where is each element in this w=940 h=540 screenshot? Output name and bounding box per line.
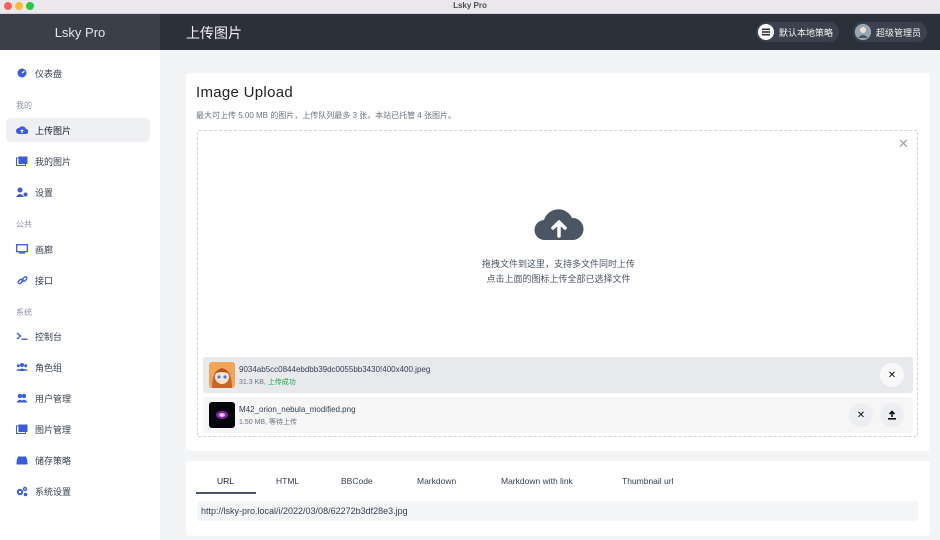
section-label-system: 系统: [16, 308, 32, 317]
page-title: 上传图片: [186, 25, 242, 41]
file-thumbnail: [209, 362, 235, 388]
sidebar-item-label: 用户管理: [35, 393, 72, 404]
tab-markdown[interactable]: Markdown: [417, 476, 456, 486]
tab-bbcode[interactable]: BBCode: [341, 476, 373, 486]
sidebar-item-label: 系统设置: [35, 486, 72, 497]
sidebar-item-label: 图片管理: [35, 424, 72, 435]
file-queue-item: M42_orion_nebula_modified.png 1.50 MB, 等…: [203, 397, 913, 433]
sidebar-item-api[interactable]: 接口: [6, 268, 150, 292]
tab-markdown-with-link[interactable]: Markdown with link: [501, 476, 573, 486]
file-status: 等待上传: [268, 419, 297, 426]
sidebar-item-system-settings[interactable]: 系统设置: [6, 479, 150, 503]
strategy-label: 默认本地策略: [779, 27, 834, 38]
sidebar-item-settings[interactable]: 设置: [6, 180, 150, 204]
window-titlebar: Lsky Pro: [0, 0, 940, 14]
sidebar-item-label: 上传图片: [35, 125, 72, 136]
upload-file-button[interactable]: [880, 403, 904, 427]
cogs-icon: [16, 485, 28, 497]
sidebar-item-my-images[interactable]: 我的图片: [6, 149, 150, 173]
file-status: 上传成功: [267, 379, 296, 386]
link-output-field[interactable]: http://lsky-pro.local/i/2022/03/08/62272…: [197, 501, 918, 521]
file-name: 9034ab5cc0844ebdbb39dc0055bb3430!400x400…: [239, 365, 431, 374]
remove-file-button[interactable]: ✕: [880, 363, 904, 387]
cloud-upload-icon: [16, 124, 28, 136]
upload-title: Image Upload: [196, 84, 293, 101]
file-size: 1.50 MB,: [239, 419, 268, 426]
section-label-mine: 我的: [16, 101, 32, 110]
sidebar-item-label: 角色组: [35, 362, 63, 373]
sidebar-item-storage[interactable]: 储存策略: [6, 448, 150, 472]
sidebar-item-label: 我的图片: [35, 156, 72, 167]
sidebar-item-roles[interactable]: 角色组: [6, 355, 150, 379]
tab-url[interactable]: URL: [217, 476, 234, 486]
file-thumbnail: [209, 402, 235, 428]
top-bar: 上传图片 默认本地策略 超级管理员: [160, 14, 940, 50]
sidebar: 仪表盘 我的 上传图片 我的图片 设置 公共 画廊 接口 系统 控制台 角色组 …: [0, 50, 160, 540]
user-name: 超级管理员: [876, 27, 922, 38]
sidebar-item-label: 仪表盘: [35, 68, 63, 79]
database-icon: [758, 24, 774, 40]
images-icon: [16, 423, 28, 435]
file-size: 31.3 KB,: [239, 379, 266, 386]
brand-name: Lsky Pro: [54, 24, 106, 40]
close-icon: ✕: [887, 369, 897, 381]
file-meta: 1.50 MB, 等待上传: [239, 417, 297, 427]
terminal-icon: [16, 330, 28, 342]
cloud-upload-icon[interactable]: [534, 206, 584, 247]
images-icon: [16, 155, 28, 167]
brand-logo[interactable]: Lsky Pro: [0, 14, 160, 50]
user-cog-icon: [16, 186, 28, 198]
avatar: [855, 24, 871, 40]
dropzone-hint-primary: 拖拽文件到这里，支持多文件同时上传: [481, 259, 635, 269]
sidebar-item-label: 接口: [35, 275, 54, 286]
section-label-public: 公共: [16, 220, 32, 229]
sidebar-item-dashboard[interactable]: 仪表盘: [6, 61, 150, 85]
clear-queue-close-icon[interactable]: ✕: [898, 136, 909, 152]
active-tab-indicator: [196, 492, 256, 494]
close-icon: ✕: [856, 409, 866, 421]
dropzone-hint-secondary: 点击上面的图标上传全部已选择文件: [486, 274, 631, 284]
sidebar-item-images[interactable]: 图片管理: [6, 417, 150, 441]
gauge-icon: [16, 67, 28, 79]
file-meta: 31.3 KB, 上传成功: [239, 377, 296, 387]
hard-drive-icon: [16, 454, 28, 466]
strategy-selector[interactable]: 默认本地策略: [756, 22, 840, 42]
links-card: URL HTML BBCode Markdown Markdown with l…: [186, 461, 930, 536]
tab-html[interactable]: HTML: [276, 476, 299, 486]
remove-file-button[interactable]: ✕: [849, 403, 873, 427]
sidebar-item-label: 画廊: [35, 244, 54, 255]
sidebar-item-upload[interactable]: 上传图片: [6, 118, 150, 142]
monitor-icon: [16, 243, 28, 255]
sidebar-item-users[interactable]: 用户管理: [6, 386, 150, 410]
file-queue-item: 9034ab5cc0844ebdbb39dc0055bb3430!400x400…: [203, 357, 913, 393]
tab-thumbnail-url[interactable]: Thumbnail url: [622, 476, 674, 486]
upload-subtitle: 最大可上传 5.00 MB 的图片，上传队列最多 3 张，本站已托管 4 张图片…: [196, 111, 457, 120]
file-name: M42_orion_nebula_modified.png: [239, 405, 356, 414]
users-cog-icon: [16, 392, 28, 404]
sidebar-item-label: 储存策略: [35, 455, 72, 466]
window-title: Lsky Pro: [453, 1, 487, 10]
sidebar-item-gallery[interactable]: 画廊: [6, 237, 150, 261]
sidebar-item-label: 控制台: [35, 331, 63, 342]
upload-card: Image Upload 最大可上传 5.00 MB 的图片，上传队列最多 3 …: [186, 73, 930, 451]
link-icon: [16, 274, 28, 286]
sidebar-item-console[interactable]: 控制台: [6, 324, 150, 348]
user-menu[interactable]: 超级管理员: [853, 22, 928, 42]
sidebar-item-label: 设置: [35, 187, 54, 198]
users-icon: [16, 361, 28, 373]
upload-icon: [888, 410, 896, 420]
upload-dropzone[interactable]: ✕ 拖拽文件到这里，支持多文件同时上传 点击上面的图标上传全部已选择文件 903: [197, 130, 918, 437]
